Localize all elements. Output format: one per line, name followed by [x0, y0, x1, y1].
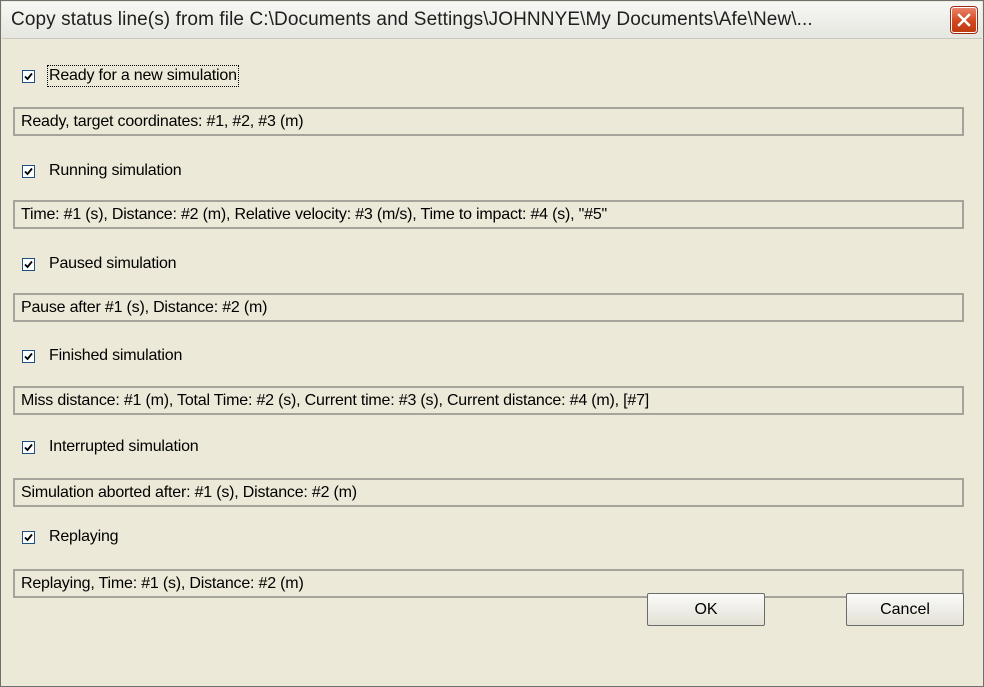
window-title: Copy status line(s) from file C:\Documen…	[11, 9, 813, 30]
status-line-field-running[interactable]: Time: #1 (s), Distance: #2 (m), Relative…	[13, 200, 964, 229]
checkbox-checked-icon[interactable]	[22, 440, 35, 454]
status-line-field-ready[interactable]: Ready, target coordinates: #1, #2, #3 (m…	[13, 107, 964, 136]
checkbox-label: Ready for a new simulation	[47, 65, 239, 87]
checkbox-label: Interrupted simulation	[49, 438, 199, 455]
close-icon[interactable]	[950, 6, 978, 34]
status-line-field-paused[interactable]: Pause after #1 (s), Distance: #2 (m)	[13, 293, 964, 322]
checkbox-interrupted[interactable]: Interrupted simulation	[22, 436, 199, 458]
checkbox-label: Replaying	[49, 528, 119, 545]
checkbox-checked-icon[interactable]	[22, 349, 35, 363]
checkbox-paused[interactable]: Paused simulation	[22, 253, 177, 275]
checkbox-finished[interactable]: Finished simulation	[22, 345, 182, 367]
checkbox-ready[interactable]: Ready for a new simulation	[22, 65, 239, 87]
checkbox-replaying[interactable]: Replaying	[22, 526, 119, 548]
cancel-button[interactable]: Cancel	[846, 593, 964, 626]
dialog-body: Ready for a new simulation Ready, target…	[1, 39, 983, 686]
checkbox-checked-icon[interactable]	[22, 69, 35, 83]
checkbox-label: Paused simulation	[49, 255, 177, 272]
checkbox-running[interactable]: Running simulation	[22, 160, 182, 182]
checkbox-checked-icon[interactable]	[22, 164, 35, 178]
status-line-field-interrupted[interactable]: Simulation aborted after: #1 (s), Distan…	[13, 478, 964, 507]
checkbox-checked-icon[interactable]	[22, 530, 35, 544]
checkbox-label: Running simulation	[49, 162, 182, 179]
title-bar[interactable]: Copy status line(s) from file C:\Documen…	[2, 2, 982, 39]
checkbox-checked-icon[interactable]	[22, 257, 35, 271]
status-line-field-finished[interactable]: Miss distance: #1 (m), Total Time: #2 (s…	[13, 386, 964, 415]
status-line-field-replaying[interactable]: Replaying, Time: #1 (s), Distance: #2 (m…	[13, 569, 964, 598]
dialog-window: Copy status line(s) from file C:\Documen…	[0, 0, 984, 687]
checkbox-label: Finished simulation	[49, 347, 183, 364]
ok-button[interactable]: OK	[647, 593, 765, 626]
